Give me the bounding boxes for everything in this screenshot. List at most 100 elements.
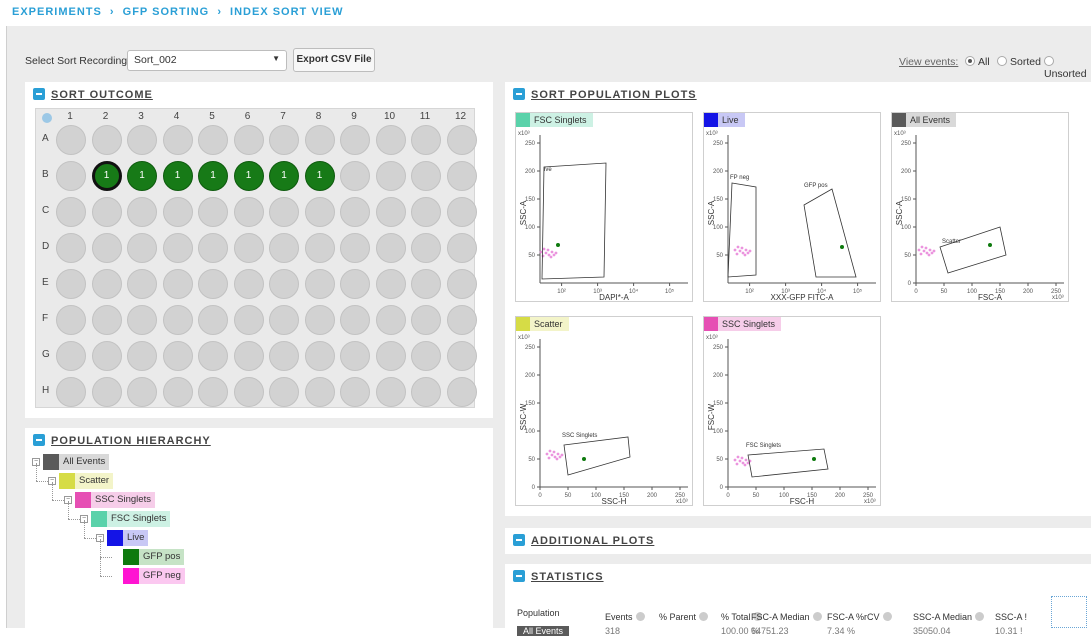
well-empty[interactable] [375, 233, 406, 263]
view-sorted-radio[interactable]: Sorted [997, 56, 1041, 68]
well-empty[interactable] [233, 305, 264, 335]
well-empty[interactable] [127, 233, 157, 263]
well-empty[interactable] [198, 125, 228, 155]
column-header[interactable]: 6 [238, 111, 258, 122]
tree-node[interactable]: Live [107, 530, 149, 546]
collapse-icon[interactable] [33, 88, 45, 100]
well-empty[interactable] [233, 341, 264, 371]
statistics-column-header[interactable]: FSC-A Median [751, 612, 822, 622]
row-header[interactable]: A [42, 133, 49, 144]
well-empty[interactable] [56, 125, 86, 155]
well-empty[interactable] [233, 197, 264, 227]
well-empty[interactable] [162, 341, 193, 371]
well-empty[interactable] [375, 197, 406, 227]
well-empty[interactable] [56, 341, 86, 371]
well-empty[interactable] [304, 233, 335, 263]
view-unsorted-radio[interactable]: Unsorted [1044, 56, 1091, 80]
statistics-column-header[interactable]: % Parent [659, 612, 709, 622]
well-empty[interactable] [411, 377, 441, 407]
view-all-radio[interactable]: All [965, 56, 990, 68]
well-empty[interactable] [446, 125, 477, 155]
well-empty[interactable] [411, 161, 441, 191]
well-sorted[interactable]: 1 [198, 161, 228, 191]
population-plot[interactable]: FSC Singlets x10³ 50 100 150 200 250 10² 10³ 10⁴ 1… [515, 112, 693, 302]
population-hierarchy-title[interactable]: POPULATION HIERARCHY [33, 434, 211, 447]
column-menu-icon[interactable] [812, 612, 822, 621]
well-empty[interactable] [304, 197, 335, 227]
well-empty[interactable] [304, 305, 335, 335]
well-empty[interactable] [304, 377, 335, 407]
well-empty[interactable] [162, 197, 193, 227]
well-empty[interactable] [233, 233, 264, 263]
column-header[interactable]: 4 [167, 111, 187, 122]
breadcrumb-experiments[interactable]: EXPERIMENTS [12, 6, 102, 18]
well-empty[interactable] [233, 125, 264, 155]
well-empty[interactable] [446, 341, 477, 371]
well-empty[interactable] [198, 197, 228, 227]
plot-title-tab[interactable]: All Events [892, 113, 957, 127]
well-sorted[interactable]: 1 [162, 161, 193, 191]
well-empty[interactable] [375, 341, 406, 371]
statistics-column-header[interactable]: FSC-A %rCV [827, 612, 892, 622]
collapse-icon[interactable] [513, 534, 525, 546]
well-empty[interactable] [446, 233, 477, 263]
well-empty[interactable] [411, 269, 441, 299]
well-empty[interactable] [91, 233, 122, 263]
well-empty[interactable] [127, 305, 157, 335]
well-empty[interactable] [91, 269, 122, 299]
well-empty[interactable] [127, 125, 157, 155]
well-empty[interactable] [56, 197, 86, 227]
plot-title-tab[interactable]: FSC Singlets [516, 113, 593, 127]
row-header[interactable]: D [42, 241, 49, 252]
select-all-wells-icon[interactable] [42, 113, 52, 123]
well-empty[interactable] [340, 161, 370, 191]
sort-population-plots-title[interactable]: SORT POPULATION PLOTS [513, 88, 697, 101]
well-sorted[interactable]: 1 [269, 161, 299, 191]
well-empty[interactable] [56, 305, 86, 335]
column-header[interactable]: 5 [202, 111, 222, 122]
well-empty[interactable] [304, 341, 335, 371]
well-empty[interactable] [91, 305, 122, 335]
row-header[interactable]: G [42, 349, 50, 360]
column-menu-icon[interactable] [699, 612, 709, 621]
population-plot[interactable]: Scatter x10³ x10³ 0 50 100 150 200 250 0 50 100 150 2… [515, 316, 693, 506]
well-empty[interactable] [340, 197, 370, 227]
well-empty[interactable] [56, 161, 86, 191]
well-empty[interactable] [269, 125, 299, 155]
statistics-title[interactable]: STATISTICS [513, 570, 604, 583]
sort-recording-select[interactable]: Sort_002 ▼ [127, 50, 287, 71]
well-empty[interactable] [375, 161, 406, 191]
well-empty[interactable] [269, 341, 299, 371]
well-empty[interactable] [162, 233, 193, 263]
well-empty[interactable] [411, 197, 441, 227]
column-header[interactable]: 3 [131, 111, 151, 122]
well-empty[interactable] [162, 269, 193, 299]
export-csv-button[interactable]: Export CSV File [293, 48, 375, 72]
row-header[interactable]: E [42, 277, 49, 288]
well-empty[interactable] [446, 377, 477, 407]
well-empty[interactable] [198, 377, 228, 407]
well-empty[interactable] [269, 377, 299, 407]
well-empty[interactable] [127, 269, 157, 299]
population-plot[interactable]: Live x10³ 50 100 150 200 250 10² 10³ 10⁴ 10⁵ XXX-GF… [703, 112, 881, 302]
column-menu-icon[interactable] [882, 612, 892, 621]
well-empty[interactable] [375, 305, 406, 335]
column-header[interactable]: 11 [415, 111, 435, 122]
well-sorted[interactable]: 1 [127, 161, 157, 191]
column-header[interactable]: 7 [273, 111, 293, 122]
column-menu-icon[interactable] [975, 612, 985, 621]
row-header[interactable]: H [42, 385, 49, 396]
well-empty[interactable] [446, 269, 477, 299]
well-empty[interactable] [198, 305, 228, 335]
well-empty[interactable] [411, 341, 441, 371]
column-header[interactable]: 12 [451, 111, 471, 122]
statistics-column-header[interactable]: Population [517, 608, 560, 618]
well-empty[interactable] [233, 269, 264, 299]
well-empty[interactable] [340, 125, 370, 155]
well-empty[interactable] [162, 377, 193, 407]
well-empty[interactable] [198, 269, 228, 299]
well-empty[interactable] [127, 197, 157, 227]
well-empty[interactable] [340, 341, 370, 371]
tree-node[interactable]: SSC Singlets [75, 492, 155, 508]
column-menu-icon[interactable] [635, 612, 645, 621]
